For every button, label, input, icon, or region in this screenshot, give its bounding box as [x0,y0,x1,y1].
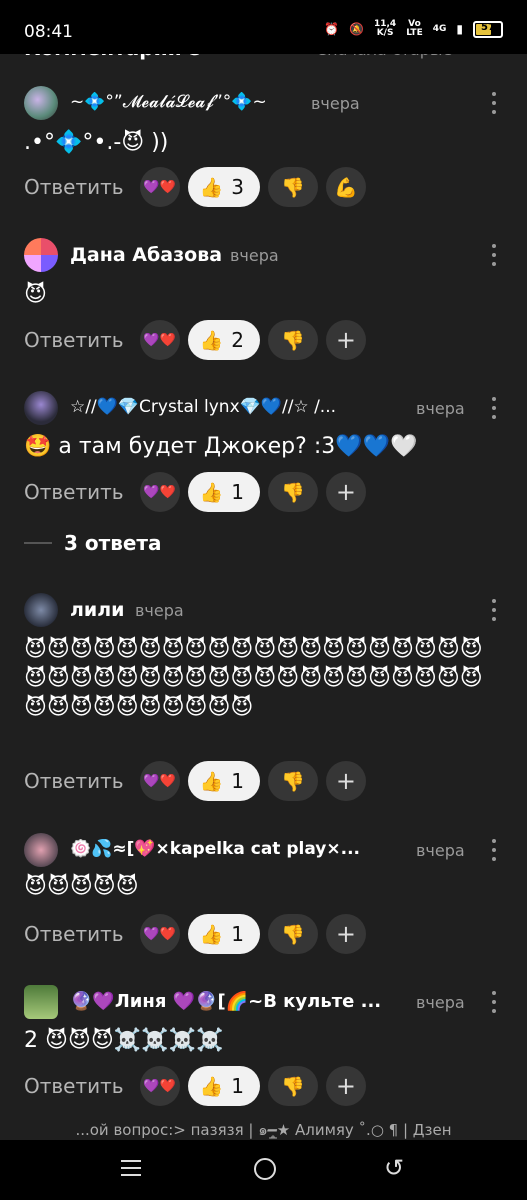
like-button[interactable]: 👍 1 [187,761,260,801]
muscle-reaction-button[interactable]: 💪 [325,167,366,207]
comment-time: вчера [416,993,465,1012]
reply-button[interactable]: Ответить [24,769,124,793]
status-time: 08:41 [24,22,73,42]
more-options-icon[interactable] [491,991,497,1013]
reply-button[interactable]: Ответить [24,1074,124,1098]
heart-reaction-button[interactable]: 💜❤️ [139,320,180,360]
add-reaction-button[interactable]: + [325,914,366,954]
heart-reaction-button[interactable]: 💜❤️ [139,167,180,207]
home-icon[interactable] [254,1158,276,1180]
heart-reaction-button[interactable]: 💜❤️ [139,761,180,801]
thumbs-up-icon: 👍 [199,770,224,793]
reply-button[interactable]: Ответить [24,175,124,199]
recents-icon[interactable] [121,1160,141,1181]
comment-author[interactable]: 🍥💦≈[💖×kapelka cat play×... [70,839,360,859]
dislike-button[interactable]: 👎 [267,472,318,512]
signal-icon: ▮ [456,22,463,36]
comment-time: вчера [416,841,465,860]
comment-author[interactable]: лили [70,599,124,621]
comment-text: 😈 [24,282,47,307]
avatar[interactable] [24,391,58,425]
channel-ticker[interactable]: ...ой вопрос:> пазязя | ๑─̶̥̲★ Алимяу ˚.… [0,1118,527,1142]
like-button[interactable]: 👍 1 [187,914,260,954]
comment-author[interactable]: ☆//💙💎Crystal lynx💎💙//☆ /... [70,397,336,417]
comment-actions: Ответить 💜❤️ 👍 3 👎 💪 [24,166,374,208]
more-options-icon[interactable] [491,599,497,621]
comment-actions: Ответить 💜❤️ 👍 1 👎 + [24,471,374,513]
battery-level: 57 [481,21,495,33]
comment-actions: Ответить 💜❤️ 👍 1 👎 + [24,1065,374,1107]
reply-button[interactable]: Ответить [24,922,124,946]
thumbs-up-icon: 👍 [199,176,224,199]
comment-time: вчера [416,399,465,418]
like-count: 1 [231,769,244,793]
like-count: 1 [231,1074,244,1098]
comment-author[interactable]: Дана Абазова [70,244,222,266]
dislike-button[interactable]: 👎 [267,167,318,207]
like-button[interactable]: 👍 1 [187,1066,260,1106]
dislike-button[interactable]: 👎 [267,914,318,954]
like-button[interactable]: 👍 3 [187,167,260,207]
reply-button[interactable]: Ответить [24,328,124,352]
add-reaction-button[interactable]: + [325,320,366,360]
more-options-icon[interactable] [491,244,497,266]
add-reaction-button[interactable]: + [325,761,366,801]
thumbs-up-icon: 👍 [199,329,224,352]
status-bar: 08:41 ⏰ 🔕 11,4 K/S Vo LTE 4G ▮ 57 [0,0,527,54]
system-nav-bar: ↺ [0,1140,527,1200]
like-count: 1 [231,922,244,946]
alarm-icon: ⏰ [324,22,340,36]
thumbs-up-icon: 👍 [199,481,224,504]
comment-author[interactable]: 🔮💜Линя 💜🔮[🌈~В культе ... [70,991,381,1012]
like-count: 2 [231,328,244,352]
battery-icon: 57 [473,20,503,38]
thumbs-up-icon: 👍 [199,1075,224,1098]
avatar[interactable] [24,86,58,120]
replies-toggle[interactable]: 3 ответа [24,531,162,555]
comment-actions: Ответить 💜❤️ 👍 1 👎 + [24,760,374,802]
heart-reaction-button[interactable]: 💜❤️ [139,472,180,512]
comment-text: .•°💠°•.-😈 )) [24,130,169,155]
comment-text: 😈😈😈😈😈 [24,874,139,899]
comment-time: вчера [230,246,279,265]
more-options-icon[interactable] [491,92,497,114]
status-icons: ⏰ 🔕 11,4 K/S Vo LTE 4G ▮ 57 [324,20,503,38]
more-options-icon[interactable] [491,397,497,419]
heart-reaction-button[interactable]: 💜❤️ [139,1066,180,1106]
dislike-button[interactable]: 👎 [267,1066,318,1106]
like-count: 1 [231,480,244,504]
like-button[interactable]: 👍 2 [187,320,260,360]
comment-text: 2 😈😈😈☠️☠️☠️☠️ [24,1028,224,1053]
thumbs-up-icon: 👍 [199,923,224,946]
divider [24,542,52,544]
avatar[interactable] [24,985,58,1019]
add-reaction-button[interactable]: + [325,1066,366,1106]
dislike-button[interactable]: 👎 [267,320,318,360]
back-icon[interactable]: ↺ [384,1154,404,1182]
comment-author[interactable]: ~💠°”𝓜𝓮𝓪𝓵𝓪́𝓛𝓮𝓪𝓯”°💠~ [70,92,267,112]
like-count: 3 [231,175,244,199]
comment-time: вчера [135,601,184,620]
comment-time: вчера [311,94,360,113]
comment-actions: Ответить 💜❤️ 👍 2 👎 + [24,319,374,361]
reply-button[interactable]: Ответить [24,480,124,504]
like-button[interactable]: 👍 1 [187,472,260,512]
signal-4g: 4G [432,23,447,34]
avatar[interactable] [24,238,58,272]
network-speed: 11,4 K/S [373,19,397,38]
more-options-icon[interactable] [491,839,497,861]
volte-indicator: Vo LTE [406,19,423,38]
avatar[interactable] [24,833,58,867]
mute-icon: 🔕 [349,22,364,36]
dislike-button[interactable]: 👎 [267,761,318,801]
comment-text: 😈😈😈😈😈😈😈😈😈😈😈😈😈😈😈😈😈😈😈😈😈😈😈😈😈😈😈😈😈😈😈😈😈😈😈😈😈😈😈😈… [24,637,483,720]
avatar[interactable] [24,593,58,627]
add-reaction-button[interactable]: + [325,472,366,512]
comment-text: 🤩 а там будет Джокер? :3💙💙🤍 [24,434,418,459]
comment-actions: Ответить 💜❤️ 👍 1 👎 + [24,913,374,955]
heart-reaction-button[interactable]: 💜❤️ [139,914,180,954]
replies-count-label: 3 ответа [64,531,162,555]
